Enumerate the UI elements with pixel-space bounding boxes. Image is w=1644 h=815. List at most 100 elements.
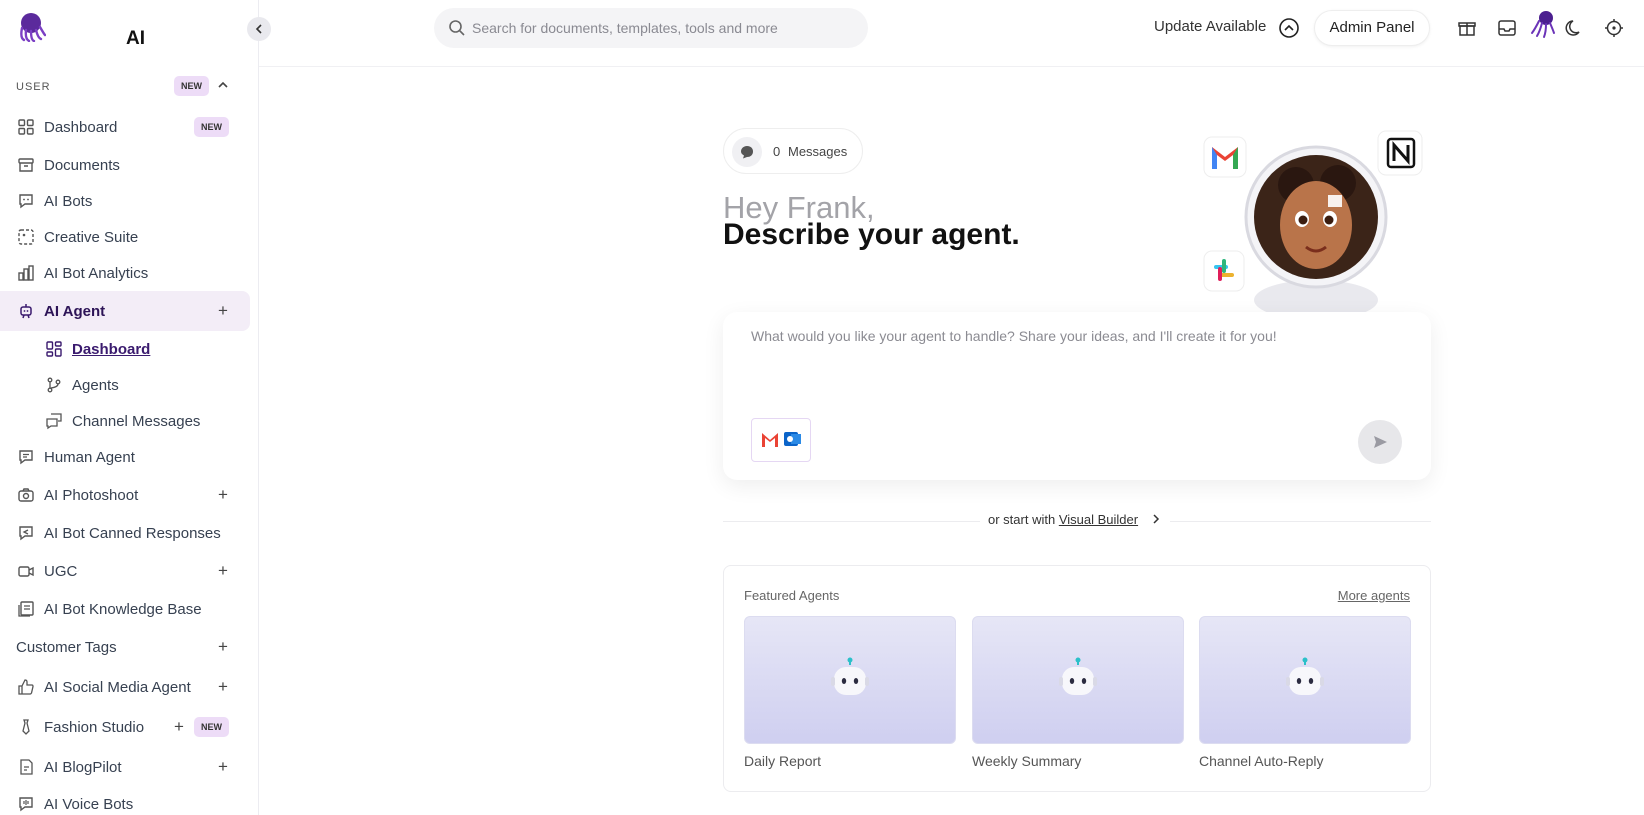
sidebar-item-ai-photoshoot[interactable]: AI Photoshoot + <box>0 477 250 513</box>
agent-icon <box>20 304 32 319</box>
agent-card-weekly-summary[interactable] <box>972 616 1184 744</box>
messages-pill[interactable]: 0 Messages <box>723 128 863 174</box>
update-available-link[interactable]: Update Available <box>1154 18 1266 35</box>
visual-builder-link[interactable]: Visual Builder <box>1059 512 1138 527</box>
integrations-button[interactable] <box>751 418 811 462</box>
tie-icon <box>22 719 30 735</box>
gmail-icon <box>762 432 801 447</box>
search-input[interactable] <box>472 8 852 48</box>
gift-icon[interactable] <box>1457 18 1477 38</box>
agent-prompt-input[interactable] <box>751 328 1401 388</box>
sidebar-item-label: Dashboard <box>72 340 151 358</box>
sidebar-item-label: Human Agent <box>44 448 135 466</box>
brand-name: AI <box>126 28 145 49</box>
agent-name: Daily Report <box>744 753 822 769</box>
visual-builder-row: or start with Visual Builder <box>980 512 1170 527</box>
crosshair-icon[interactable] <box>1604 18 1624 38</box>
sidebar-item-ai-voice-bots[interactable]: AI Voice Bots <box>0 786 250 815</box>
astronaut-illustration <box>1203 130 1423 313</box>
video-camera-icon <box>18 566 34 577</box>
expand-plus-icon[interactable]: + <box>218 757 228 777</box>
sidebar-item-documents[interactable]: Documents <box>0 147 250 183</box>
image-frame-icon <box>18 229 34 245</box>
sidebar-item-dashboard[interactable]: Dashboard NEW <box>0 109 250 145</box>
avatar[interactable] <box>1529 9 1559 39</box>
collapse-sidebar-button[interactable] <box>247 17 271 41</box>
sidebar-item-ai-blogpilot[interactable]: AI BlogPilot + <box>0 749 250 785</box>
sidebar-item-ai-bot-analytics[interactable]: AI Bot Analytics <box>0 255 250 291</box>
sidebar-item-fashion-studio[interactable]: Fashion Studio + NEW <box>0 709 250 745</box>
sidebar-item-ai-bot-knowledge-base[interactable]: AI Bot Knowledge Base <box>0 591 250 627</box>
expand-plus-icon[interactable]: + <box>174 717 184 737</box>
sidebar-item-label: AI Bot Analytics <box>44 264 149 282</box>
bot-chat-icon <box>19 194 33 209</box>
sidebar-subitem-channel-messages[interactable]: Channel Messages <box>0 403 250 439</box>
admin-panel-button[interactable]: Admin Panel <box>1314 10 1430 46</box>
expand-plus-icon[interactable]: + <box>218 301 228 321</box>
new-badge: NEW <box>194 117 229 137</box>
send-icon <box>1374 436 1387 448</box>
chevron-up-circle-icon[interactable] <box>1278 17 1300 39</box>
agent-name: Channel Auto-Reply <box>1199 753 1324 769</box>
new-badge: NEW <box>174 76 209 96</box>
expand-plus-icon[interactable]: + <box>218 637 228 657</box>
sidebar-item-ai-bot-canned-responses[interactable]: AI Bot Canned Responses <box>0 515 250 551</box>
sidebar-item-ai-social-media-agent[interactable]: AI Social Media Agent + <box>0 669 250 705</box>
app-root: AI USER NEW Dashboard NEW Documents AI B… <box>0 0 1644 815</box>
book-icon <box>18 601 34 617</box>
expand-plus-icon[interactable]: + <box>218 485 228 505</box>
sidebar: AI USER NEW Dashboard NEW Documents AI B… <box>0 0 259 815</box>
user-section-header[interactable]: USER NEW <box>16 76 242 98</box>
chat-bubble-icon <box>732 137 762 167</box>
or-start-text: or start with <box>988 512 1056 527</box>
new-badge: NEW <box>194 717 229 737</box>
sidebar-item-ugc[interactable]: UGC + <box>0 553 250 589</box>
sidebar-item-label: AI Bots <box>44 192 93 210</box>
sidebar-item-human-agent[interactable]: Human Agent <box>0 439 250 475</box>
chevron-right-icon[interactable] <box>1150 513 1162 525</box>
robot-icon <box>1286 657 1324 695</box>
expand-plus-icon[interactable]: + <box>218 677 228 697</box>
sidebar-item-label: AI Agent <box>44 302 106 320</box>
messages-icon <box>46 413 62 430</box>
chevron-left-icon <box>255 24 262 34</box>
chevron-up-icon[interactable] <box>216 78 230 92</box>
sidebar-item-label: Channel Messages <box>72 412 201 430</box>
bar-chart-icon <box>18 265 34 281</box>
blog-icon <box>20 759 33 775</box>
archive-icon <box>18 158 34 172</box>
agent-card-channel-auto-reply[interactable] <box>1199 616 1411 744</box>
send-button[interactable] <box>1358 420 1402 464</box>
voice-bot-icon <box>19 797 33 812</box>
sidebar-item-ai-bots[interactable]: AI Bots <box>0 183 250 219</box>
sidebar-item-ai-agent[interactable]: AI Agent + <box>0 291 250 331</box>
sidebar-item-customer-tags[interactable]: Customer Tags + <box>0 629 250 665</box>
slack-icon <box>1203 250 1245 292</box>
sidebar-item-label: UGC <box>44 562 78 580</box>
sidebar-item-label: AI Voice Bots <box>44 795 134 813</box>
notion-icon <box>1377 130 1423 176</box>
sidebar-item-creative-suite[interactable]: Creative Suite <box>0 219 250 255</box>
sidebar-item-label: AI BlogPilot <box>44 758 122 776</box>
agent-name: Weekly Summary <box>972 753 1082 769</box>
moon-icon[interactable] <box>1565 18 1585 38</box>
sidebar-subitem-dashboard[interactable]: Dashboard <box>0 331 250 367</box>
sidebar-subitem-agents[interactable]: Agents <box>0 367 250 403</box>
agent-card-daily-report[interactable] <box>744 616 956 744</box>
sidebar-item-label: Fashion Studio <box>44 718 145 736</box>
sidebar-item-label: Agents <box>72 376 119 394</box>
inbox-icon[interactable] <box>1497 18 1517 38</box>
brand[interactable]: AI <box>14 10 254 50</box>
page-title: Describe your agent. <box>723 218 1020 251</box>
camera-icon <box>18 488 34 502</box>
featured-agents: Featured Agents More agents Daily Report… <box>723 565 1431 792</box>
git-branch-icon <box>47 377 61 393</box>
gmail-icon <box>1203 136 1247 178</box>
search-bar[interactable] <box>434 8 868 48</box>
robot-icon <box>831 657 869 695</box>
expand-plus-icon[interactable]: + <box>218 561 228 581</box>
outlook-icon <box>784 432 801 446</box>
sidebar-item-label: Documents <box>44 156 120 174</box>
more-agents-link[interactable]: More agents <box>1338 588 1410 603</box>
agent-prompt-card <box>723 312 1431 480</box>
